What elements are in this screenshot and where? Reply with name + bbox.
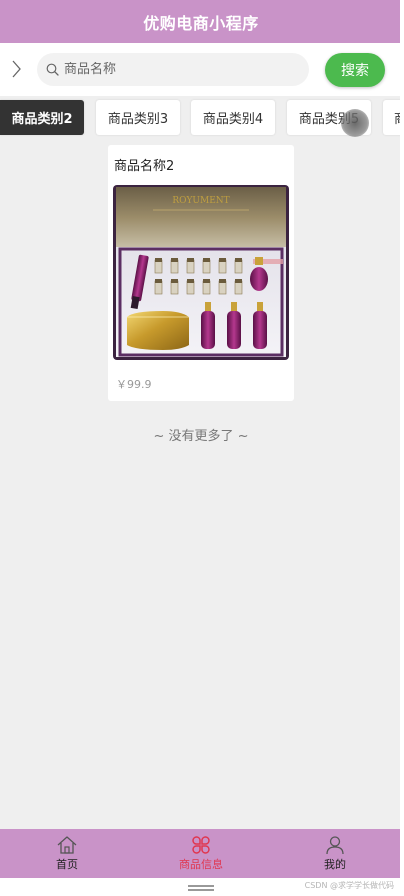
search-field[interactable] xyxy=(37,53,309,86)
category-tab[interactable]: 商品类别4 xyxy=(191,100,275,135)
tab-mine[interactable]: 我的 xyxy=(268,829,400,878)
tab-home[interactable]: 首页 xyxy=(0,829,134,878)
search-button[interactable]: 搜索 xyxy=(325,53,385,87)
search-input[interactable] xyxy=(64,62,284,77)
category-tab-label: 商 xyxy=(394,108,400,127)
list-end-text: ~ 没有更多了 ~ xyxy=(153,429,249,444)
product-card[interactable]: 商品名称2 ROYUMENT ￥99.9 xyxy=(108,145,294,401)
page-title-bar: 优购电商小程序 xyxy=(0,0,400,43)
tab-mine-label: 我的 xyxy=(324,858,346,871)
tab-products-label: 商品信息 xyxy=(179,858,223,871)
watermark: CSDN @求学学长做代码 xyxy=(304,881,394,890)
user-icon xyxy=(326,836,344,855)
home-indicator[interactable] xyxy=(188,885,214,891)
category-tab-label: 商品类别2 xyxy=(11,112,73,127)
touch-indicator xyxy=(341,109,369,137)
category-tab[interactable]: 商 xyxy=(383,100,400,135)
bottom-tab-bar: 首页 商品信息 我的 xyxy=(0,829,400,878)
chevron-right-icon[interactable] xyxy=(8,57,26,81)
category-tab[interactable]: 商品类别2 xyxy=(0,100,84,135)
product-price: ￥99.9 xyxy=(116,378,152,391)
svg-text:ROYUMENT: ROYUMENT xyxy=(172,196,229,206)
tab-products[interactable]: 商品信息 xyxy=(134,829,268,878)
category-tab-label: 商品类别4 xyxy=(202,112,264,127)
product-image[interactable]: ROYUMENT xyxy=(113,185,289,360)
grid-flower-icon xyxy=(192,836,210,854)
tab-home-label: 首页 xyxy=(56,858,78,871)
search-bar: 搜索 xyxy=(0,43,400,96)
home-icon xyxy=(57,836,77,854)
category-tab[interactable]: 商品类别3 xyxy=(96,100,180,135)
category-tab-label: 商品类别3 xyxy=(107,112,169,127)
page-title: 优购电商小程序 xyxy=(143,13,259,33)
app-frame: 优购电商小程序 搜索 商品类别2 商品类别3 商品类别4 商品类别5 xyxy=(0,0,402,896)
product-name: 商品名称2 xyxy=(114,159,175,174)
search-icon xyxy=(46,63,59,76)
